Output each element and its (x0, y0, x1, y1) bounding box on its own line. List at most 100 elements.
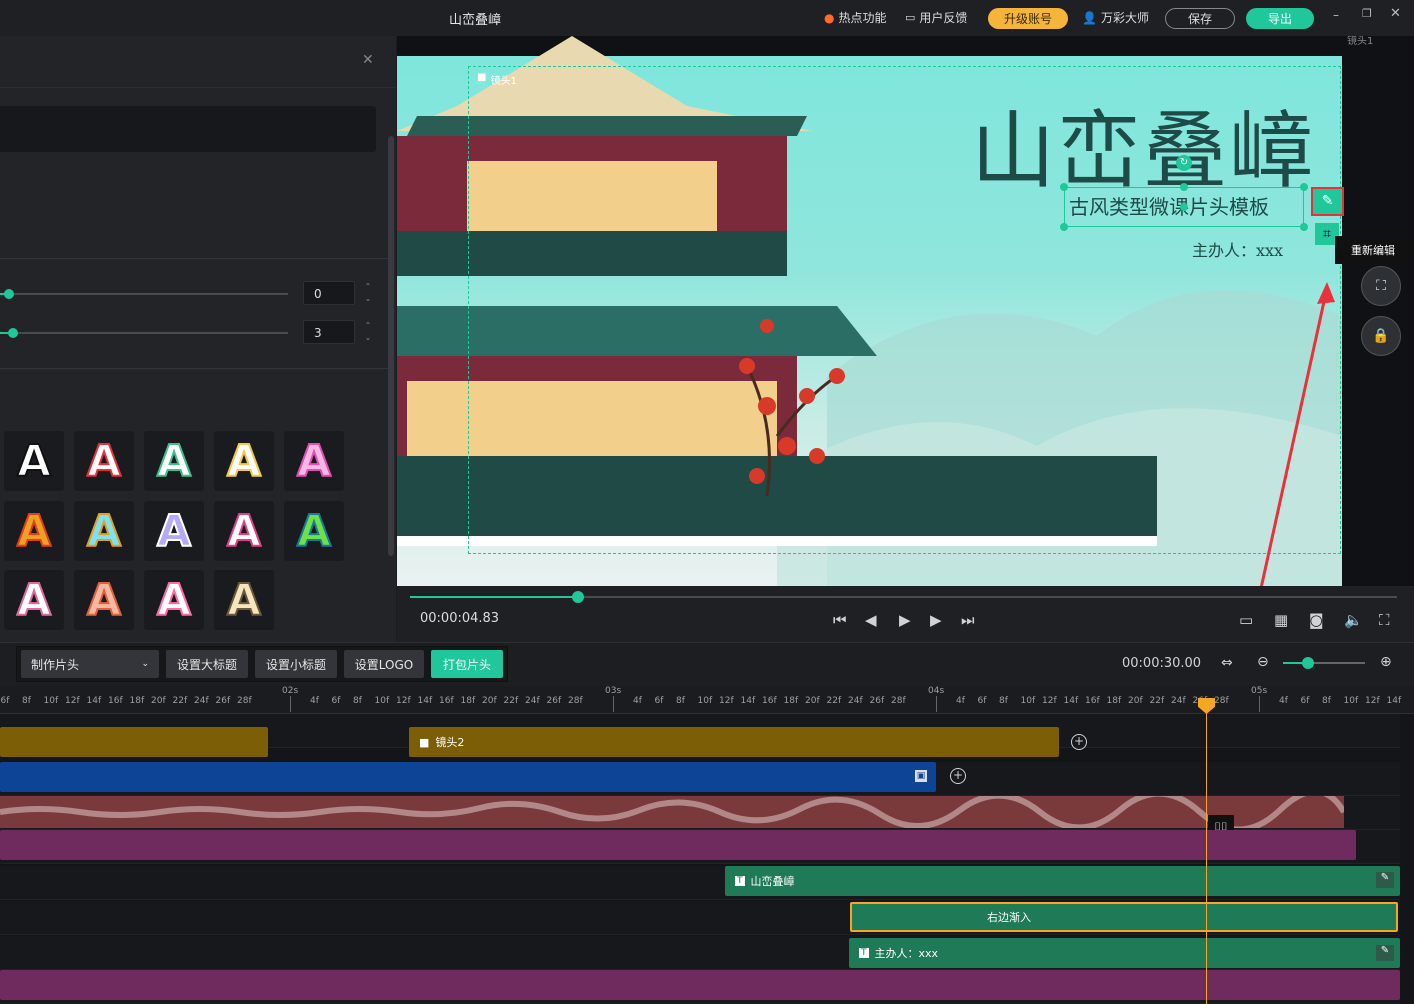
host-clip-label: 主办人：xxx (874, 947, 939, 960)
zoom-slider-knob[interactable] (1301, 657, 1314, 669)
add-background-icon[interactable]: + (950, 768, 966, 784)
text-style-swatch[interactable]: A (74, 501, 134, 561)
user-account[interactable]: 👤 万彩大师 (1082, 9, 1149, 26)
resize-handle[interactable] (1180, 203, 1188, 211)
text-style-swatch[interactable]: A (144, 431, 204, 491)
pack-intro-button[interactable]: 打包片头 (431, 650, 503, 678)
text-style-swatch[interactable]: A (214, 501, 274, 561)
purple-clip-1[interactable] (0, 830, 1356, 860)
ruler-frame-label: 16f (108, 696, 123, 706)
text-style-swatch[interactable]: A (214, 570, 274, 630)
set-subtitle-button[interactable]: 设置小标题 (255, 650, 337, 678)
camera-clip-1[interactable] (0, 727, 268, 757)
canvas-host-text[interactable]: 主办人：xxx (1192, 237, 1283, 261)
text-style-swatch[interactable]: A (4, 431, 64, 491)
upgrade-button[interactable]: 升级账号 (988, 8, 1068, 29)
ruler-frame-label: 28f (237, 696, 252, 706)
playback-progress-track[interactable] (410, 591, 1397, 603)
restore-icon[interactable]: ❐ (1362, 7, 1372, 20)
title-clip-label: 山峦叠嶂 (750, 875, 795, 888)
preview-canvas[interactable]: ■ 镜头1 镜头1 山峦叠嶂 古风类型微课片头模板 ↻ 主办人：xxx ✎ ⌗ … (397, 36, 1414, 586)
zoom-out-icon[interactable]: ⊖ (1257, 654, 1269, 670)
previous-frame-icon[interactable]: ◀ (865, 612, 877, 628)
grid-icon[interactable]: ▦ (1274, 612, 1288, 628)
text-style-swatch[interactable]: A (74, 570, 134, 630)
play-icon[interactable]: ▶ (899, 612, 911, 628)
subtitle-clip-selected[interactable]: 右边渐入 (850, 902, 1398, 932)
slider-1-value-input[interactable]: 0 (303, 281, 355, 305)
canvas-subtitle-text[interactable]: 古风类型微课片头模板 (1069, 191, 1269, 220)
text-style-swatch[interactable]: A (4, 501, 64, 561)
camera-clip-2[interactable]: ■ 镜头2 (409, 727, 1059, 757)
resize-handle[interactable] (1180, 183, 1188, 191)
host-clip[interactable]: T 主办人：xxx (849, 938, 1400, 968)
export-button[interactable]: 导出 (1246, 8, 1314, 29)
panel-scrollbar[interactable] (388, 136, 394, 556)
lock-icon[interactable]: 🔒 (1361, 316, 1401, 356)
zoom-in-icon[interactable]: ⊕ (1380, 654, 1392, 670)
resize-handle[interactable] (1060, 183, 1068, 191)
text-style-swatch[interactable]: A (144, 501, 204, 561)
text-style-swatch[interactable]: A (284, 431, 344, 491)
chat-icon: ▭ (905, 11, 916, 24)
ruler-frame-label: 28f (568, 696, 583, 706)
text-style-swatch[interactable]: A (284, 501, 344, 561)
resize-handle[interactable] (1300, 223, 1308, 231)
ruler-frame-label: 4f (633, 696, 642, 706)
text-style-swatch[interactable]: A (214, 431, 274, 491)
screen-record-icon[interactable]: ▭ (1239, 612, 1253, 628)
close-window-icon[interactable]: ✕ (1390, 6, 1401, 21)
clip-effect-icon[interactable]: ✎ (1376, 872, 1394, 888)
text-style-swatch[interactable]: A (4, 570, 64, 630)
slider-2-value-input[interactable]: 3 (303, 320, 355, 344)
ruler-frame-label: 8f (353, 696, 362, 706)
text-input-box[interactable] (0, 106, 376, 152)
text-style-swatch[interactable]: A (74, 431, 134, 491)
add-camera-icon[interactable]: + (1071, 734, 1087, 750)
ruler-frame-label: 18f (783, 696, 799, 706)
mode-select[interactable]: 制作片头 ⌄ (21, 650, 159, 678)
video-camera-icon: ■ (477, 72, 487, 83)
title-clip[interactable]: T 山峦叠嶂 (725, 866, 1400, 896)
slider-2-track[interactable] (0, 328, 288, 338)
playback-progress-knob[interactable] (571, 591, 584, 603)
camera-snapshot-icon[interactable]: ◙ (1309, 612, 1324, 628)
slider-1-knob[interactable] (4, 289, 14, 299)
app-title: 山峦叠嶂 (448, 13, 501, 28)
fit-timeline-icon[interactable]: ⇔ (1221, 655, 1233, 671)
clip-effect-icon[interactable]: ✎ (1376, 945, 1394, 961)
background-clip[interactable] (0, 762, 936, 792)
ruler-frame-label: 18f (1106, 696, 1122, 706)
audio-waveform[interactable] (0, 796, 1344, 828)
text-style-swatch[interactable]: A (144, 570, 204, 630)
ruler-frame-label: 8f (676, 696, 685, 706)
set-title-button[interactable]: 设置大标题 (166, 650, 248, 678)
slider-1-stepper[interactable]: ⌃ ⌄ (362, 281, 374, 305)
set-logo-button[interactable]: 设置LOGO (344, 650, 424, 678)
fit-screen-icon[interactable]: ⛶ (1361, 266, 1401, 306)
minimize-icon[interactable]: – (1333, 8, 1339, 22)
player-controls: 00:00:04.83 ⏮ ◀ ▶ ▶ ⏭ ▭ ▦ ◙ 🔈 ⛶ (397, 586, 1414, 642)
camera-tag-label: 镜头1 (490, 76, 517, 87)
feedback-button[interactable]: ▭ 用户反馈 (905, 9, 967, 26)
volume-icon[interactable]: 🔈 (1344, 612, 1363, 628)
resize-handle[interactable] (1300, 183, 1308, 191)
close-panel-icon[interactable]: ✕ (362, 52, 374, 68)
next-frame-icon[interactable]: ▶ (930, 612, 942, 628)
zoom-slider-track[interactable] (1283, 657, 1365, 669)
purple-clip-2[interactable] (0, 970, 1400, 1000)
ruler-second-label: 02s (282, 686, 299, 696)
slider-2-stepper[interactable]: ⌃ ⌄ (362, 320, 374, 344)
slider-2-knob[interactable] (8, 328, 18, 338)
slider-1-track[interactable] (0, 289, 288, 299)
fullscreen-icon[interactable]: ⛶ (1379, 612, 1390, 628)
ruler-frame-label: 4f (310, 696, 319, 706)
re-edit-pencil-icon[interactable]: ✎ (1311, 187, 1344, 216)
skip-to-start-icon[interactable]: ⏮ (833, 612, 847, 628)
resize-handle[interactable] (1060, 223, 1068, 231)
ruler-frame-label: 10f (374, 696, 390, 706)
save-button[interactable]: 保存 (1165, 8, 1235, 29)
rotate-handle-icon[interactable]: ↻ (1176, 155, 1192, 171)
hot-features-button[interactable]: ● 热点功能 (824, 9, 887, 26)
skip-to-end-icon[interactable]: ⏭ (961, 612, 975, 628)
